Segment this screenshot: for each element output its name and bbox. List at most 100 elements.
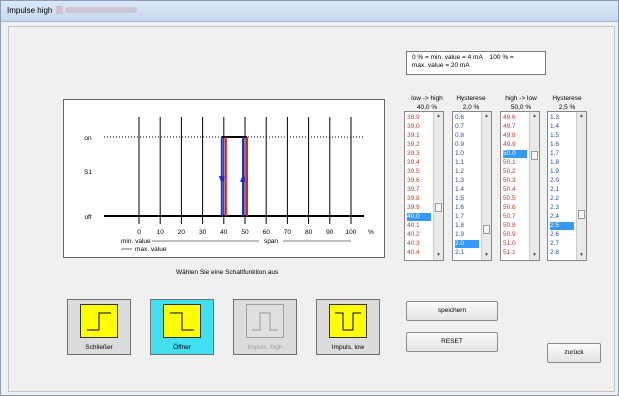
scrollbar[interactable]: ▲ ▼ [529, 112, 539, 260]
list-item[interactable]: 39.9 [407, 204, 431, 212]
low-high-value: 40,0 % [416, 104, 438, 111]
list-item[interactable]: 2.0 [550, 177, 574, 185]
list-item[interactable]: 50.9 [503, 231, 527, 239]
list-item[interactable]: 1.8 [550, 159, 574, 167]
scroll-up-icon[interactable]: ▲ [578, 113, 585, 120]
list-item[interactable]: 39.1 [407, 132, 431, 140]
list-item[interactable]: 0.8 [455, 132, 479, 140]
high-low-header: high -> low [505, 95, 537, 102]
list-item[interactable]: 40.4 [407, 249, 431, 257]
x-tick-label: 70 [284, 229, 292, 236]
list-item[interactable]: 49.6 [503, 114, 527, 122]
list-item[interactable]: 1.4 [455, 186, 479, 194]
list-item[interactable]: 2.8 [550, 249, 574, 257]
scroll-up-icon[interactable]: ▲ [483, 113, 490, 120]
list-item[interactable]: 39.7 [407, 186, 431, 194]
list-item[interactable]: 50.3 [503, 177, 527, 185]
x-unit-label: % [368, 229, 374, 236]
list-item[interactable]: 1.0 [455, 150, 479, 158]
x-tick-label: 60 [263, 229, 271, 236]
list-item[interactable]: 40.3 [407, 240, 431, 248]
list-item[interactable]: 1.2 [455, 168, 479, 176]
list-item[interactable]: 49.7 [503, 123, 527, 131]
save-button[interactable]: speichern [406, 301, 498, 321]
list-item[interactable]: 51.1 [503, 249, 527, 257]
list-item[interactable]: 2.4 [550, 213, 574, 221]
list-item[interactable]: 1.6 [455, 204, 479, 212]
list-item[interactable]: 1.5 [455, 195, 479, 203]
list-item[interactable]: 51.0 [503, 240, 527, 248]
list-item[interactable]: 2.0 [455, 240, 479, 248]
list-item[interactable]: 2.6 [550, 231, 574, 239]
list-item[interactable]: 1.1 [455, 159, 479, 167]
list-item[interactable]: 50.8 [503, 222, 527, 230]
list-item[interactable]: 0.6 [455, 114, 479, 122]
list-item[interactable]: 2.1 [550, 186, 574, 194]
scroll-thumb[interactable] [531, 151, 538, 161]
scrollbar[interactable]: ▲ ▼ [481, 112, 491, 260]
list-item[interactable]: 1.7 [455, 213, 479, 221]
x-tick-label: 30 [199, 229, 207, 236]
scroll-down-icon[interactable]: ▼ [435, 252, 442, 259]
list-item[interactable]: 39.6 [407, 177, 431, 185]
scroll-thumb[interactable] [578, 210, 585, 219]
scroll-thumb[interactable] [483, 224, 490, 234]
list-item[interactable]: 39.5 [407, 168, 431, 176]
list-item[interactable]: 0.7 [455, 123, 479, 131]
hysteresis1-listbox[interactable]: 0.6 0.7 0.8 0.9 1.0 1.1 1.2 1.3 1.4 1.5 1.6 1.7 1.8 1… [452, 111, 492, 261]
list-item[interactable]: 39.0 [407, 123, 431, 131]
list-item[interactable]: 39.8 [407, 195, 431, 203]
list-item[interactable]: 1.9 [550, 168, 574, 176]
list-item[interactable]: 50.5 [503, 195, 527, 203]
list-item[interactable]: 50.6 [503, 204, 527, 212]
x-tick-label: 80 [305, 229, 313, 236]
list-item[interactable]: 49.9 [503, 141, 527, 149]
scroll-up-icon[interactable]: ▲ [435, 113, 442, 120]
list-item[interactable]: 1.7 [550, 150, 574, 158]
list-item[interactable]: 1.8 [455, 222, 479, 230]
list-item[interactable]: 0.9 [455, 141, 479, 149]
list-item[interactable]: 1.4 [550, 123, 574, 131]
list-item[interactable]: 50.7 [503, 213, 527, 221]
list-item[interactable]: 39.3 [407, 150, 431, 158]
scrollbar[interactable]: ▲ ▼ [576, 112, 586, 260]
scroll-down-icon[interactable]: ▼ [578, 252, 585, 259]
list-item[interactable]: 2.2 [550, 195, 574, 203]
oeffner-button[interactable]: Öffner [150, 299, 214, 355]
window-title: Impulse high [7, 6, 53, 15]
scrollbar[interactable]: ▲ ▼ [433, 112, 443, 260]
list-item[interactable]: 2.5 [550, 222, 574, 230]
list-item[interactable]: 50.2 [503, 168, 527, 176]
scroll-up-icon[interactable]: ▲ [531, 113, 538, 120]
hysteresis2-listbox[interactable]: 1.3 1.4 1.5 1.6 1.7 1.8 1.9 2.0 2.1 2.2 2.3 2.4 2.5 2… [547, 111, 587, 261]
list-item[interactable]: 1.3 [455, 177, 479, 185]
list-item[interactable]: 39.2 [407, 141, 431, 149]
reset-button[interactable]: RESET [406, 332, 498, 352]
list-item[interactable]: 40.2 [407, 231, 431, 239]
impuls-high-button[interactable]: Impuls. high [233, 299, 297, 355]
list-item[interactable]: 1.9 [455, 231, 479, 239]
list-item[interactable]: 1.6 [550, 141, 574, 149]
scroll-down-icon[interactable]: ▼ [483, 252, 490, 259]
list-item[interactable]: 2.3 [550, 204, 574, 212]
list-item[interactable]: 50.1 [503, 159, 527, 167]
list-item[interactable]: 1.3 [550, 114, 574, 122]
list-item[interactable]: 40.0 [407, 213, 431, 221]
list-item[interactable]: 49.8 [503, 132, 527, 140]
list-item[interactable]: 38.9 [407, 114, 431, 122]
impuls-low-button[interactable]: Impuls. low [316, 299, 380, 355]
high-low-listbox[interactable]: 49.6 49.7 49.8 49.9 50.0 50.1 50.2 50.3 50.4 50.5… [500, 111, 540, 261]
low-high-listbox[interactable]: 38.9 39.0 39.1 39.2 39.3 39.4 39.5 39.6 39.7 39.8… [404, 111, 444, 261]
list-item[interactable]: 39.4 [407, 159, 431, 167]
list-item[interactable]: 50.4 [503, 186, 527, 194]
list-item[interactable]: 1.5 [550, 132, 574, 140]
schliesser-button[interactable]: Schließer [67, 299, 131, 355]
back-button[interactable]: zurück [547, 343, 601, 363]
list-item[interactable]: 2.1 [455, 249, 479, 257]
list-item[interactable]: 2.7 [550, 240, 574, 248]
list-item[interactable]: 50.0 [503, 150, 527, 158]
scroll-thumb[interactable] [435, 202, 442, 212]
list-item[interactable]: 40.1 [407, 222, 431, 230]
scroll-down-icon[interactable]: ▼ [531, 252, 538, 259]
oeffner-label: Öffner [173, 344, 191, 351]
